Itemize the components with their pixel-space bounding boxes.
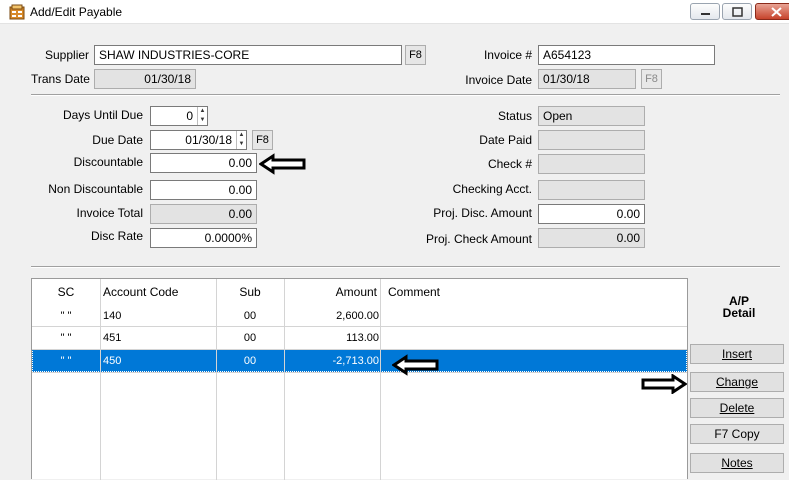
left-arrow-icon [259,153,306,175]
details-divider [31,266,780,268]
f7-copy-button[interactable]: F7 Copy [690,424,784,444]
close-icon [771,7,782,17]
disc-rate-label: Disc Rate [90,229,143,243]
delete-button[interactable]: Delete [690,398,784,418]
f7-copy-button-label: F7 Copy [714,427,760,441]
chevron-up-icon[interactable]: ▲ [237,131,246,140]
due-date-label: Due Date [92,133,143,147]
notes-button[interactable]: Notes [690,453,784,473]
days-until-due-field[interactable]: 0 ▲ ▼ [150,106,208,126]
payable-app-icon [9,4,25,20]
discountable-label: Discountable [73,155,143,169]
date-paid-label: Date Paid [479,133,532,147]
row-divider [32,372,687,373]
due-date-lookup-button[interactable]: F8 [252,130,273,150]
right-arrow-icon [641,374,687,394]
table-row-selected[interactable]: " " 450 00 -2,713.00 [32,350,687,372]
chevron-down-icon[interactable]: ▼ [198,116,207,125]
column-header-account-code[interactable]: Account Code [103,279,178,305]
cell-sc: " " [60,332,72,344]
cell-account-code: 140 [103,310,122,322]
column-header-comment[interactable]: Comment [388,279,440,305]
minimize-button[interactable] [690,3,720,20]
ap-detail-title-line2: Detail [722,306,756,320]
table-row[interactable]: " " 451 00 113.00 [32,327,687,349]
days-until-due-stepper[interactable]: ▲ ▼ [197,107,207,125]
change-button[interactable]: Change [690,372,784,392]
due-date-value: 01/30/18 [185,133,232,147]
minimize-icon [701,13,710,15]
days-until-due-label: Days Until Due [62,108,143,122]
chevron-up-icon[interactable]: ▲ [198,107,207,116]
cell-account-code: 451 [103,332,122,344]
header-divider [31,94,780,96]
checking-acct-label: Checking Acct. [452,182,532,196]
proj-check-amount-field: 0.00 [538,228,645,248]
column-header-sc[interactable]: SC [32,279,100,305]
invoice-number-field[interactable]: A654123 [538,45,715,65]
close-button[interactable] [755,3,789,20]
supplier-label: Supplier [45,48,90,62]
insert-button[interactable]: Insert [690,344,784,364]
change-button-label: Change [715,375,759,389]
days-until-due-value: 0 [186,109,193,123]
cell-account-code: 450 [103,355,122,367]
status-label: Status [497,109,532,123]
column-header-sub[interactable]: Sub [216,279,284,305]
trans-date-label: Trans Date [31,72,90,86]
invoice-total-label: Invoice Total [76,206,144,220]
cell-sc: " " [60,310,72,322]
table-row[interactable]: " " 140 00 2,600.00 [32,305,687,327]
supplier-lookup-button[interactable]: F8 [405,45,426,65]
maximize-icon [732,7,743,17]
due-date-field[interactable]: 01/30/18 ▲ ▼ [150,130,247,150]
left-arrow-icon [392,354,439,376]
insert-button-label: Insert [721,347,752,361]
detail-grid[interactable]: SC Account Code Sub Amount Comment " " 1… [31,278,688,480]
date-paid-field [538,130,645,150]
column-header-amount[interactable]: Amount [284,279,377,305]
cell-sub: 00 [243,332,257,344]
due-date-stepper[interactable]: ▲ ▼ [236,131,246,149]
title-bar: Add/Edit Payable [0,0,789,24]
ap-detail-title: A/P Detail [690,295,788,319]
supplier-field[interactable]: SHAW INDUSTRIES-CORE [94,45,402,65]
cell-amount: 113.00 [346,332,379,344]
chevron-down-icon[interactable]: ▼ [237,140,246,149]
window-title: Add/Edit Payable [30,5,123,19]
non-discountable-field[interactable]: 0.00 [150,180,257,200]
non-discountable-label: Non Discountable [48,182,143,196]
proj-disc-amount-field[interactable]: 0.00 [538,204,645,224]
cell-sub: 00 [243,310,257,322]
invoice-date-field: 01/30/18 [538,69,636,89]
discountable-field[interactable]: 0.00 [150,153,257,173]
maximize-button[interactable] [722,3,752,20]
trans-date-field: 01/30/18 [94,69,196,89]
cell-amount: 2,600.00 [336,310,379,322]
checking-acct-field [538,180,645,200]
invoice-number-label: Invoice # [483,48,532,62]
proj-check-amount-label: Proj. Check Amount [425,232,532,246]
invoice-date-label: Invoice Date [465,73,532,87]
cell-amount: -2,713.00 [332,355,379,367]
cell-sc: " " [60,355,72,367]
check-number-field [538,154,645,174]
proj-disc-amount-label: Proj. Disc. Amount [433,206,532,220]
invoice-date-lookup-button: F8 [641,69,662,89]
delete-button-label: Delete [719,401,755,415]
notes-button-label: Notes [721,456,753,470]
check-number-label: Check # [487,157,532,171]
disc-rate-field[interactable]: 0.0000% [150,228,257,248]
cell-sub: 00 [243,355,257,367]
status-field: Open [538,106,645,126]
invoice-total-field: 0.00 [150,204,257,224]
